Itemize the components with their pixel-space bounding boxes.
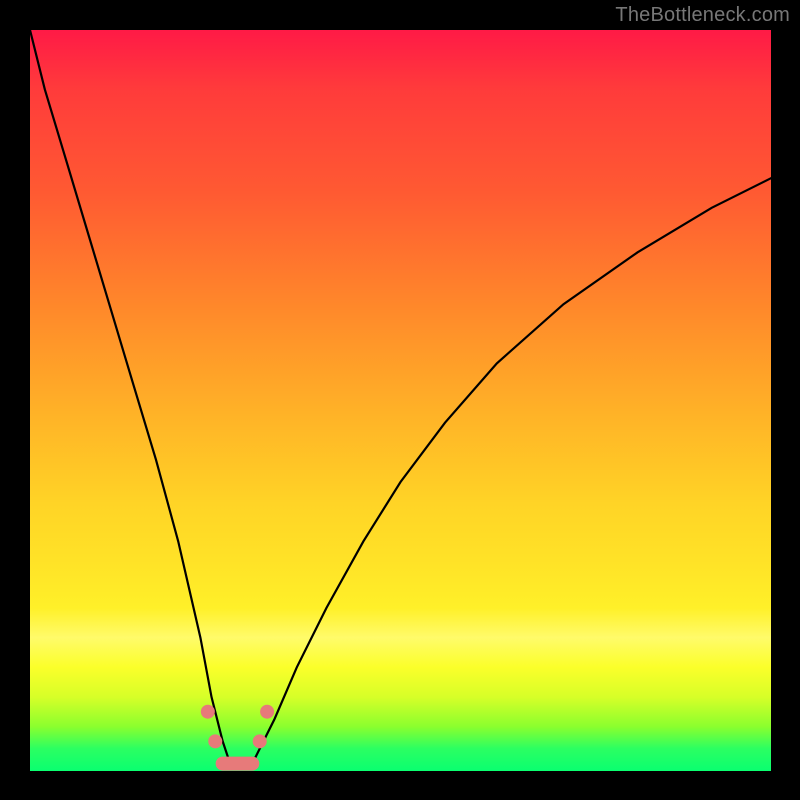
bottleneck-curve (30, 30, 771, 767)
watermark-text: TheBottleneck.com (615, 4, 790, 27)
curve-layer (30, 30, 771, 771)
trough-markers (201, 705, 274, 764)
chart-stage: TheBottleneck.com (0, 0, 800, 800)
trough-right-dot-2 (260, 705, 274, 719)
trough-right-dot-1 (253, 734, 267, 748)
trough-left-dot-1 (201, 705, 215, 719)
plot-area (30, 30, 771, 771)
trough-left-dot-2 (208, 734, 222, 748)
